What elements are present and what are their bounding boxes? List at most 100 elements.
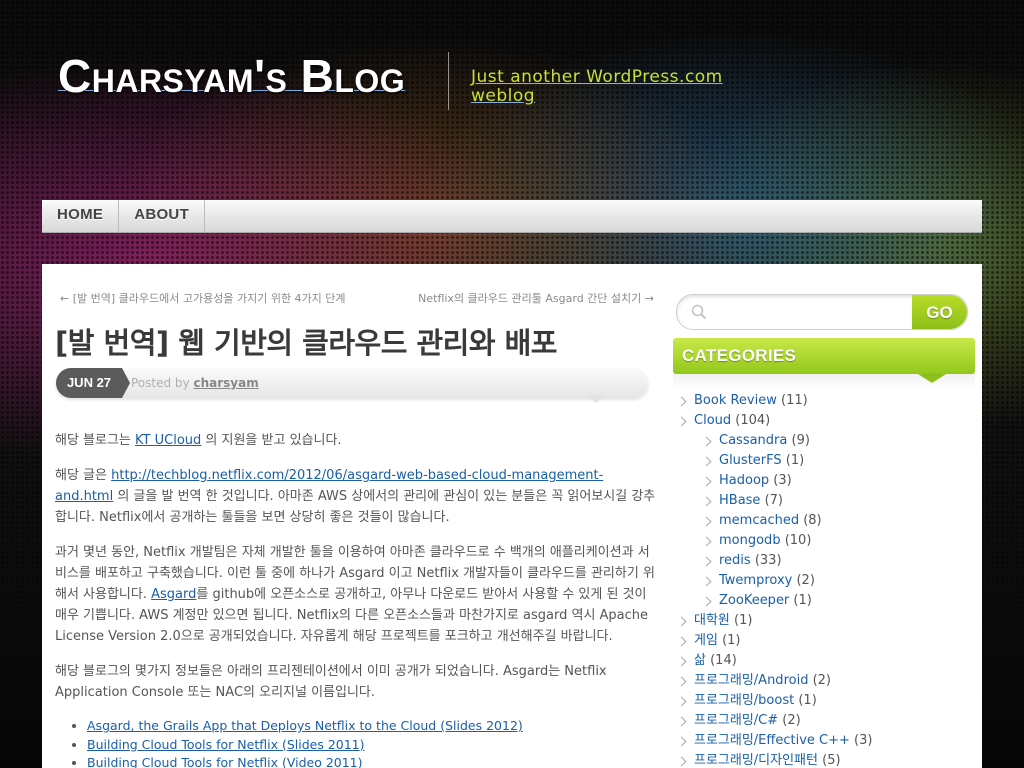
paragraph-4: 해당 블로그의 몇가지 정보들은 아래의 프리젠테이션에서 이미 공개가 되었습… (55, 664, 607, 700)
nav-item-about[interactable]: ABOUT (119, 200, 206, 232)
main-nav: HOME ABOUT (42, 200, 982, 233)
categories-list: Book Review (11) Cloud (104) Cassandra (9)… (676, 391, 873, 768)
category-item: ZooKeeper (1) (678, 591, 872, 611)
paragraph-3: 과거 몇년 동안, Netflix 개발팀은 자체 개발한 툴을 이용하여 아마… (55, 542, 661, 647)
presentation-links: Asgard, the Grails App that Deploys Netf… (55, 717, 661, 768)
category-count: (14) (710, 653, 737, 668)
category-link[interactable]: 게임 (694, 633, 718, 648)
category-item: 프로그래밍/boost (1) (676, 691, 872, 711)
search-box: GO (676, 294, 968, 330)
chevron-right-icon (701, 476, 712, 487)
paragraph-text: 해당 글은 (55, 468, 112, 483)
posted-by: Posted by charsyam (131, 376, 259, 390)
category-count: (1) (798, 693, 817, 708)
category-link[interactable]: 대학원 (694, 613, 730, 628)
category-count: (9) (791, 433, 810, 448)
chevron-right-icon (701, 556, 712, 567)
posted-by-label: Posted by (131, 376, 190, 390)
category-item: 프로그래밍/Effective C++ (3) (676, 731, 873, 751)
paragraph-2: 해당 글은 http://techblog.netflix.com/2012/0… (55, 465, 661, 528)
category-item: 프로그래밍/C# (2) (676, 711, 872, 731)
title-divider (448, 52, 449, 110)
category-link[interactable]: 프로그래밍/C# (694, 713, 778, 728)
post-body: 해당 블로그는 KT UCloud 의 지원을 받고 있습니다. 해당 글은 h… (55, 430, 661, 768)
category-link[interactable]: Cassandra (719, 433, 787, 448)
category-item: HBase (7) (678, 491, 872, 511)
chevron-right-icon (676, 676, 687, 687)
category-link[interactable]: Book Review (694, 393, 777, 408)
category-count: (2) (782, 713, 801, 728)
category-count: (8) (803, 513, 822, 528)
category-count: (10) (784, 533, 812, 548)
category-count: (7) (764, 493, 783, 508)
presentation-link[interactable]: Asgard, the Grails App that Deploys Netf… (87, 718, 523, 733)
chevron-right-icon (701, 516, 712, 527)
category-link[interactable]: Twemproxy (719, 573, 792, 588)
category-item: Cloud (104) (676, 411, 872, 431)
category-count: (1) (722, 633, 741, 648)
category-link[interactable]: 프로그래밍/디자인패턴 (694, 753, 818, 768)
asgard-link[interactable]: Asgard (151, 587, 196, 602)
chevron-right-icon (676, 716, 687, 727)
author-link[interactable]: charsyam (193, 376, 258, 390)
category-link[interactable]: Hadoop (719, 473, 769, 488)
meta-bar-pointer (586, 395, 606, 403)
post-meta-bar: JUN 27 Posted by charsyam (56, 368, 648, 398)
prev-post-link[interactable]: ← [발 번역] 클라우드에서 고가용성을 가지기 위한 4가지 단계 (60, 290, 346, 306)
presentation-link[interactable]: Building Cloud Tools for Netflix (Video … (87, 755, 363, 768)
post-title: [발 번역] 웹 기반의 클라우드 관리와 배포 (55, 326, 557, 360)
category-link[interactable]: memcached (719, 513, 799, 528)
site-title[interactable]: Charsyam's Blog (58, 52, 405, 100)
category-item: 삶 (14) (676, 651, 872, 671)
chevron-right-icon (676, 616, 687, 627)
paragraph-text: 의 지원을 받고 있습니다. (201, 433, 342, 448)
category-item: Twemproxy (2) (678, 571, 872, 591)
categories-heading-shadow (673, 374, 975, 388)
chevron-right-icon (701, 536, 712, 547)
list-item: Building Cloud Tools for Netflix (Slides… (87, 736, 661, 755)
paragraph-text: 해당 블로그는 (55, 433, 136, 448)
category-count: (1) (793, 593, 812, 608)
presentation-link[interactable]: Building Cloud Tools for Netflix (Slides… (87, 737, 365, 752)
category-item: redis (33) (678, 551, 872, 571)
search-input[interactable] (717, 299, 911, 325)
category-link[interactable]: Cloud (694, 413, 731, 428)
category-link[interactable]: redis (719, 553, 751, 568)
chevron-right-icon (701, 596, 712, 607)
category-item: mongodb (10) (678, 531, 872, 551)
category-link[interactable]: 프로그래밍/boost (694, 693, 794, 708)
category-count: (3) (854, 733, 873, 748)
category-count: (3) (773, 473, 792, 488)
chevron-right-icon (676, 756, 687, 767)
category-item: memcached (8) (678, 511, 872, 531)
search-go-button[interactable]: GO (912, 295, 967, 329)
category-link[interactable]: 프로그래밍/Effective C++ (694, 733, 850, 748)
category-count: (33) (754, 553, 782, 568)
category-item: 대학원 (1) (676, 611, 872, 631)
category-count: (11) (781, 393, 808, 408)
category-link[interactable]: HBase (719, 493, 760, 508)
site-tagline[interactable]: Just another WordPress.com weblog (471, 68, 741, 106)
chevron-right-icon (701, 576, 712, 587)
category-link[interactable]: 삶 (694, 653, 706, 668)
category-link[interactable]: ZooKeeper (719, 593, 789, 608)
category-count: (1) (734, 613, 753, 628)
chevron-right-icon (701, 436, 712, 447)
category-link[interactable]: mongodb (719, 533, 781, 548)
category-link[interactable]: 프로그래밍/Android (694, 673, 808, 688)
search-icon (691, 304, 707, 320)
category-item: 게임 (1) (676, 631, 872, 651)
category-item: 프로그래밍/디자인패턴 (5) (676, 751, 872, 768)
kt-ucloud-link[interactable]: KT UCloud (135, 433, 201, 448)
list-item: Asgard, the Grails App that Deploys Netf… (87, 717, 661, 736)
chevron-right-icon (676, 636, 687, 647)
category-item: Hadoop (3) (678, 471, 872, 491)
category-count: (2) (812, 673, 832, 688)
nav-item-home[interactable]: HOME (42, 200, 120, 232)
chevron-right-icon (676, 696, 687, 707)
category-item: Cassandra (9) (678, 431, 872, 451)
next-post-link[interactable]: Netflix의 클라우드 관리툴 Asgard 간단 설치기 → (418, 290, 654, 306)
category-link[interactable]: GlusterFS (719, 453, 782, 468)
category-count: (2) (796, 573, 815, 588)
list-item: Building Cloud Tools for Netflix (Video … (87, 754, 661, 768)
